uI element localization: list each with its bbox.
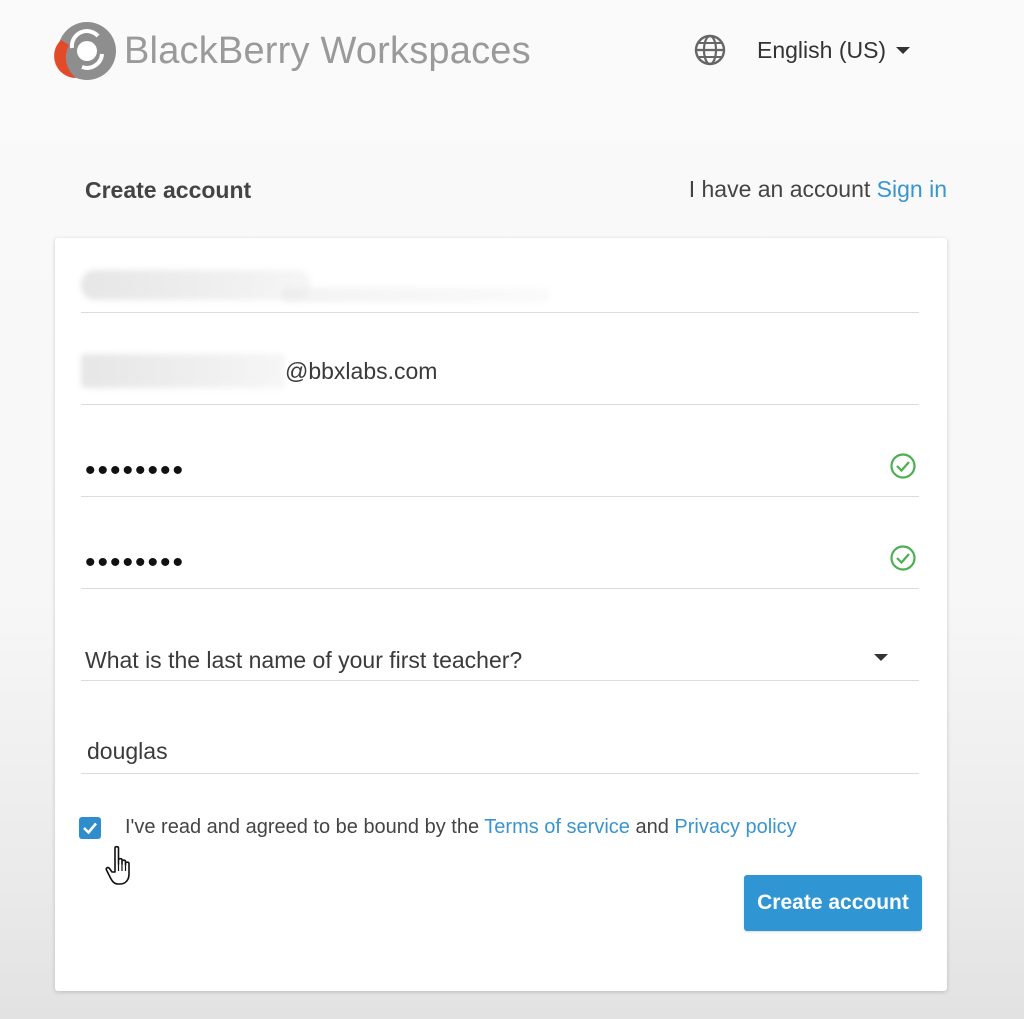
confirm-password-field[interactable]: •••••••• — [81, 534, 919, 588]
caret-down-icon — [896, 47, 911, 54]
email-domain: @bbxlabs.com — [285, 358, 438, 384]
checkmark-icon — [83, 822, 97, 834]
security-question-value: What is the last name of your first teac… — [85, 647, 523, 673]
app-header: BlackBerry Workspaces English (US) — [0, 0, 1024, 110]
check-circle-icon — [890, 545, 916, 571]
blackberry-workspaces-logo-icon — [54, 22, 116, 80]
password-field-underline — [81, 495, 919, 497]
agree-checkbox[interactable] — [79, 816, 101, 839]
email-field[interactable]: @bbxlabs.com — [81, 350, 919, 404]
privacy-policy-link[interactable]: Privacy policy — [674, 816, 796, 838]
agree-text: I've read and agreed to be bound by the … — [125, 816, 797, 839]
terms-agreement: I've read and agreed to be bound by the … — [79, 816, 797, 839]
brand-name: BlackBerry Workspaces — [124, 30, 531, 72]
confirm-password-value: •••••••• — [85, 546, 186, 579]
password-field[interactable]: •••••••• — [81, 442, 919, 496]
password-value: •••••••• — [85, 454, 186, 487]
security-question-underline — [81, 679, 919, 681]
email-field-underline — [81, 403, 919, 405]
confirm-password-underline — [81, 587, 919, 589]
language-selector[interactable]: English (US) — [693, 32, 911, 68]
security-answer-underline — [81, 772, 919, 774]
redacted-name-value — [81, 270, 311, 300]
globe-icon — [694, 34, 726, 66]
sign-in-link[interactable]: Sign in — [877, 176, 947, 202]
agree-prefix: I've read and agreed to be bound by the — [125, 816, 480, 838]
terms-of-service-link[interactable]: Terms of service — [484, 816, 630, 838]
security-answer-field[interactable]: douglas — [81, 722, 919, 772]
security-question-select[interactable]: What is the last name of your first teac… — [81, 630, 919, 680]
redacted-email-user — [81, 354, 285, 388]
chevron-down-icon — [874, 654, 888, 661]
hand-pointer-icon — [105, 845, 130, 885]
sign-in-prompt: I have an account Sign in — [689, 176, 947, 203]
name-field[interactable] — [81, 258, 919, 312]
name-field-underline — [81, 311, 919, 313]
agree-and: and — [635, 816, 669, 838]
create-account-button[interactable]: Create account — [744, 875, 922, 931]
check-circle-icon — [890, 453, 916, 479]
language-label: English (US) — [757, 36, 887, 63]
have-account-text: I have an account — [688, 176, 871, 202]
create-account-card: @bbxlabs.com •••••••• •••••••• What is t… — [55, 238, 947, 991]
security-answer-value: douglas — [87, 738, 168, 764]
page-title: Create account — [85, 177, 252, 203]
redacted-name-shadow — [281, 288, 551, 302]
